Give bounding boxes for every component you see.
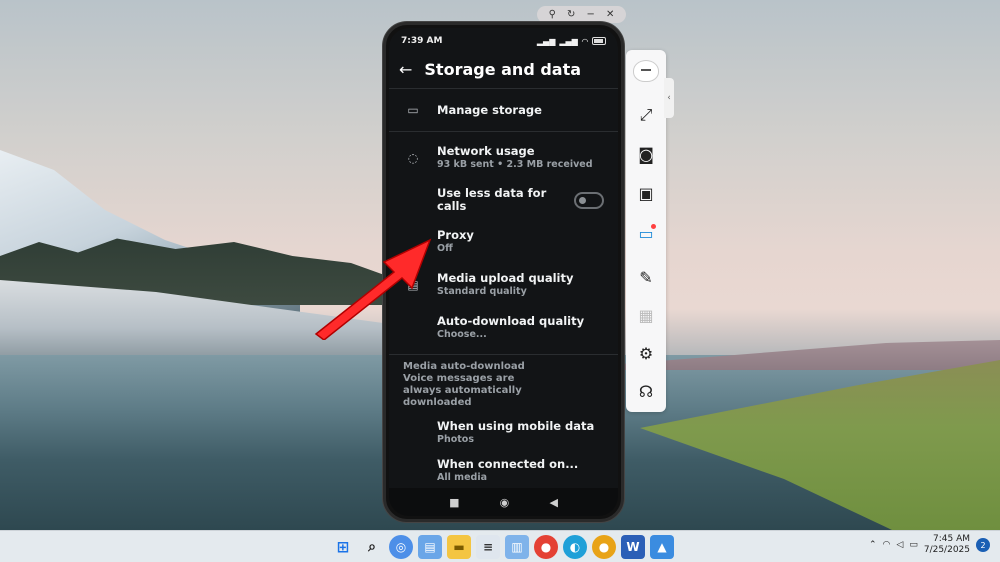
media-auto-download-heading: Media auto-download <box>403 361 525 372</box>
folder-icon: ▭ <box>407 103 419 117</box>
nav-back-button[interactable]: ◀ <box>549 496 557 509</box>
connected-on-value: All media <box>437 472 487 483</box>
cast-icon[interactable]: ▭ <box>626 218 666 248</box>
android-nav-bar: ■ ◉ ◀ <box>389 488 618 516</box>
proxy-label: Proxy <box>437 228 474 242</box>
home-button[interactable]: ◉ <box>500 496 510 509</box>
notepad-icon[interactable]: ≡ <box>476 535 500 559</box>
file-explorer-icon[interactable]: ▬ <box>447 535 471 559</box>
back-arrow-icon[interactable]: ← <box>399 60 412 79</box>
proxy-value: Off <box>437 243 453 254</box>
mascot-icon[interactable] <box>626 56 666 86</box>
fullscreen-icon[interactable]: ⤢ <box>626 100 666 130</box>
connected-on-label: When connected on... <box>437 457 579 471</box>
word-icon[interactable]: W <box>621 535 645 559</box>
photos-icon[interactable]: ▤ <box>418 535 442 559</box>
status-icons: ▂▄▆ ▂▄▆ ◠ <box>537 37 606 46</box>
battery-icon <box>592 37 606 45</box>
use-less-data-item[interactable]: Use less data for calls <box>389 178 618 222</box>
system-tray: ⌃ ◠ ◁ ▭ 7:45 AM 7/25/2025 2 <box>869 534 990 556</box>
mirror-app-icon[interactable]: ▲ <box>650 535 674 559</box>
search-icon[interactable]: ⌕ <box>360 535 384 559</box>
data-usage-icon: ◌ <box>407 151 419 165</box>
auto-download-label: Auto-download quality <box>437 314 585 328</box>
mobile-data-value: Photos <box>437 434 474 445</box>
use-less-data-label: Use less data for calls <box>437 186 547 213</box>
signal-icon-2: ▂▄▆ <box>559 36 578 46</box>
battery-icon[interactable]: ▭ <box>909 540 918 550</box>
notes-icon[interactable]: ▥ <box>505 535 529 559</box>
signal-icon: ▂▄▆ <box>536 36 556 46</box>
mirror-side-toolbar: ⤢ ◙ ▣ ▭ ✎ ▦ ⚙ ☊ <box>626 50 666 412</box>
network-usage-item[interactable]: ◌ Network usage 93 kB sent • 2.3 MB rece… <box>389 138 618 178</box>
manage-storage-item[interactable]: ▭ Manage storage <box>389 95 618 125</box>
recents-button[interactable]: ■ <box>449 496 459 509</box>
divider <box>389 88 618 89</box>
screenshot-icon[interactable]: ◙ <box>626 139 666 169</box>
status-time: 7:39 AM <box>401 36 443 46</box>
mirror-window-controls: ⚲ ↻ − ✕ <box>537 6 626 23</box>
app-bar: ← Storage and data <box>389 54 618 84</box>
media-upload-value: Standard quality <box>437 286 527 297</box>
mobile-data-item[interactable]: When using mobile data Photos <box>389 413 618 453</box>
volume-icon[interactable]: ◁ <box>896 540 903 550</box>
keyboard-icon[interactable]: ▦ <box>626 300 666 330</box>
chrome-canary-icon[interactable]: ● <box>592 535 616 559</box>
voice-messages-note: Voice messages are always automatically … <box>403 373 522 408</box>
clock-time: 7:45 AM <box>933 534 970 544</box>
pen-icon[interactable]: ✎ <box>626 262 666 292</box>
use-less-data-toggle[interactable] <box>574 191 604 209</box>
pin-icon[interactable]: ⚲ <box>549 9 556 20</box>
auto-download-value: Choose... <box>437 329 487 340</box>
clock-date: 7/25/2025 <box>923 545 970 555</box>
page-title: Storage and data <box>424 59 582 79</box>
chrome-icon[interactable]: ● <box>534 535 558 559</box>
media-upload-label: Media upload quality <box>437 271 574 285</box>
wifi-icon: ◠ <box>581 36 588 46</box>
wifi-icon[interactable]: ◠ <box>883 540 891 550</box>
settings-icon[interactable]: ⚙ <box>626 338 666 368</box>
notification-dot <box>651 224 656 229</box>
divider <box>389 354 618 355</box>
close-button[interactable]: ✕ <box>606 9 614 20</box>
windows-taskbar: ⊞ ⌕ ◎ ▤ ▬ ≡ ▥ ● ◐ ● W ▲ ⌃ ◠ ◁ ▭ 7:45 AM … <box>0 530 1000 562</box>
rotate-icon[interactable]: ↻ <box>567 9 575 20</box>
copilot-icon[interactable]: ◎ <box>389 535 413 559</box>
chevron-up-icon[interactable]: ⌃ <box>869 540 877 550</box>
windows-start-icon[interactable]: ⊞ <box>331 535 355 559</box>
divider <box>389 131 618 132</box>
clock[interactable]: 7:45 AM 7/25/2025 <box>924 534 970 556</box>
manage-storage-label: Manage storage <box>437 102 542 117</box>
notification-badge[interactable]: 2 <box>976 538 990 552</box>
edge-icon[interactable]: ◐ <box>563 535 587 559</box>
headset-icon[interactable]: ☊ <box>626 376 666 406</box>
red-annotation-arrow <box>314 238 432 340</box>
network-usage-value: 93 kB sent • 2.3 MB received <box>437 159 593 170</box>
record-icon[interactable]: ▣ <box>626 178 666 208</box>
toolbar-collapse-button[interactable]: ‹ <box>664 78 674 118</box>
taskbar-apps: ⊞ ⌕ ◎ ▤ ▬ ≡ ▥ ● ◐ ● W ▲ <box>331 535 674 559</box>
minimize-button[interactable]: − <box>587 9 595 20</box>
status-bar: 7:39 AM ▂▄▆ ▂▄▆ ◠ <box>389 28 618 54</box>
network-usage-label: Network usage <box>437 144 535 158</box>
connected-on-item[interactable]: When connected on... All media <box>389 453 618 489</box>
mobile-data-label: When using mobile data <box>437 419 595 433</box>
